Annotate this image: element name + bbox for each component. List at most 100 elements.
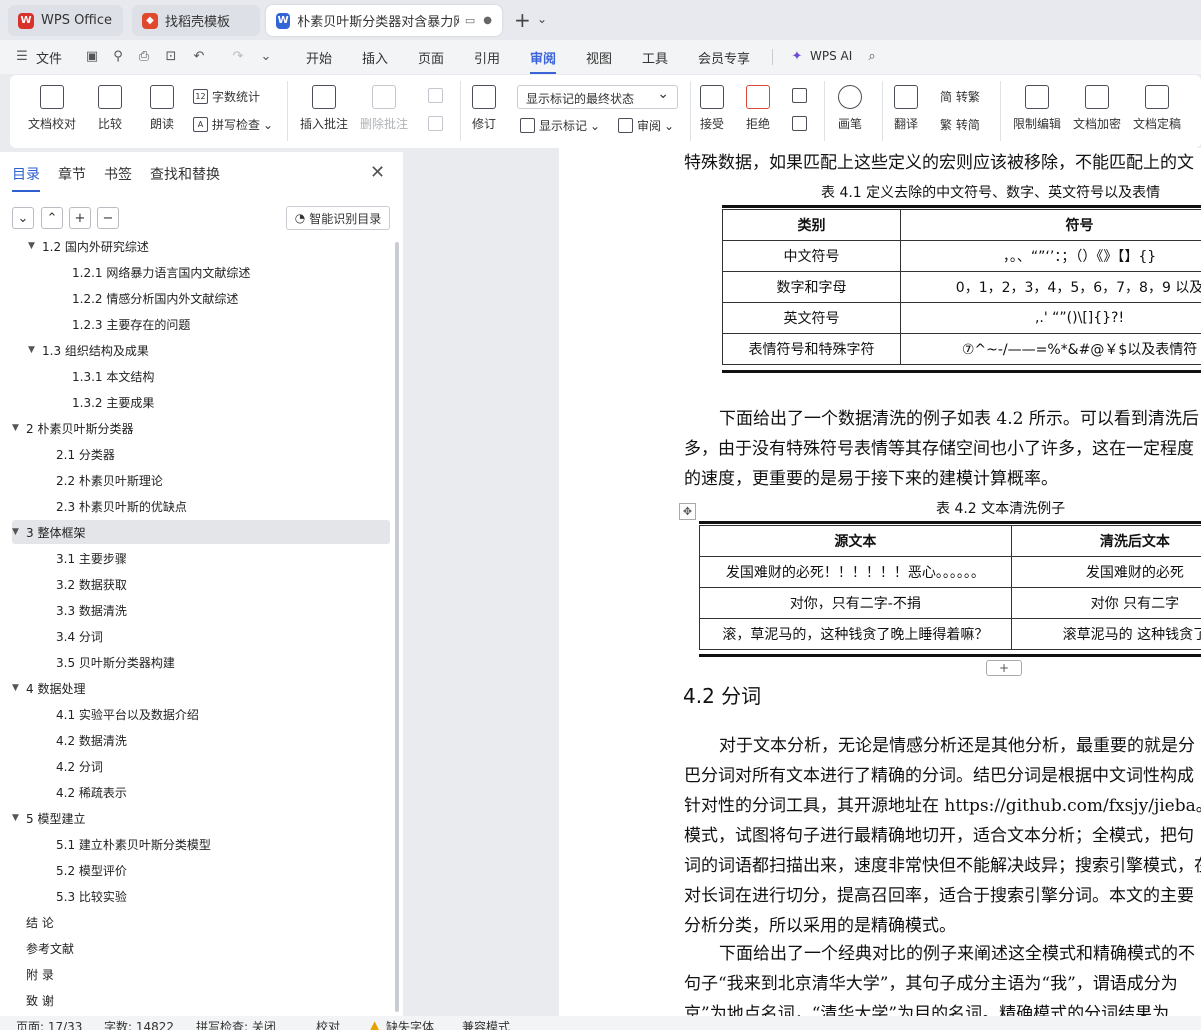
tab-dropdown-icon[interactable]: ⌄ (537, 12, 547, 26)
toc-item[interactable]: ▼2 朴素贝叶斯分类器 (12, 416, 390, 440)
undo-icon[interactable]: ↶ (191, 48, 207, 64)
menu-home[interactable]: 开始 (306, 48, 332, 67)
spell-check-button[interactable]: A拼写检查⌄ (193, 116, 273, 133)
toc-item[interactable]: 4.2 分词 (12, 754, 390, 778)
reject-button[interactable]: 拒绝 (746, 75, 770, 132)
toc-item[interactable]: ▼1.2 国内外研究综述 (12, 240, 390, 258)
toc-item[interactable]: 5.2 模型评价 (12, 858, 390, 882)
nav-scrollbar[interactable] (395, 242, 399, 1012)
toc-item[interactable]: 3.5 贝叶斯分类器构建 (12, 650, 390, 674)
toc-item[interactable]: 3.2 数据获取 (12, 572, 390, 596)
expand-caret-icon[interactable]: ▼ (12, 813, 24, 823)
collapse-down-icon[interactable]: ⌄ (12, 207, 34, 229)
expand-caret-icon[interactable]: ▼ (12, 527, 24, 537)
toc-item[interactable]: 3.3 数据清洗 (12, 598, 390, 622)
pen-button[interactable]: 画笔 (838, 75, 862, 132)
finalize-button[interactable]: 文档定稿 (1133, 75, 1181, 132)
missing-font-status[interactable]: 缺失字体 (386, 1018, 434, 1030)
next-comment-icon[interactable] (428, 116, 447, 131)
toc-item[interactable]: 3.4 分词 (12, 624, 390, 648)
to-traditional-button[interactable]: 简 转繁 (940, 88, 980, 105)
encrypt-button[interactable]: 文档加密 (1073, 75, 1121, 132)
toc-item[interactable]: 4.2 数据清洗 (12, 728, 390, 752)
expand-caret-icon[interactable]: ▼ (28, 345, 40, 355)
doc-check-button[interactable]: 文档校对 (28, 75, 76, 132)
close-icon[interactable]: ✕ (370, 162, 385, 183)
toc-item[interactable]: 5.1 建立朴素贝叶斯分类模型 (12, 832, 390, 856)
nav-tab-chapters[interactable]: 章节 (58, 164, 86, 184)
toc-item[interactable]: 4.1 实验平台以及数据介绍 (12, 702, 390, 726)
prev-comment-icon[interactable] (428, 88, 447, 103)
toc-item[interactable]: 结 论 (12, 910, 390, 934)
menu-page[interactable]: 页面 (418, 48, 444, 67)
toc-item[interactable]: ▼5 模型建立 (12, 806, 390, 830)
menu-wps-ai[interactable]: WPS AI (810, 49, 852, 63)
expand-caret-icon[interactable]: ▼ (12, 683, 24, 693)
save-icon[interactable]: ▣ (84, 48, 100, 64)
toc-item[interactable]: 致 谢 (12, 988, 390, 1012)
prev-change-icon[interactable] (792, 88, 811, 103)
add-row-icon[interactable]: + (986, 660, 1022, 676)
tab-wps-office[interactable]: W WPS Office (8, 5, 123, 36)
next-change-icon[interactable] (792, 116, 811, 131)
toc-item[interactable]: ▼4 数据处理 (12, 676, 390, 700)
toc-item[interactable]: 1.2.3 主要存在的问题 (12, 312, 390, 336)
nav-tab-toc[interactable]: 目录 (12, 164, 40, 184)
compat-mode-status[interactable]: 兼容模式 (462, 1018, 510, 1030)
nav-tab-bookmarks[interactable]: 书签 (104, 164, 132, 184)
revise-button[interactable]: 修订 (472, 75, 496, 132)
toc-item[interactable]: ▼1.3 组织结构及成果 (12, 338, 390, 362)
smart-toc-button[interactable]: ◔智能识别目录 (286, 206, 390, 230)
menu-references[interactable]: 引用 (474, 48, 500, 67)
toc-item[interactable]: 5.3 比较实验 (12, 884, 390, 908)
accept-button[interactable]: 接受 (700, 75, 724, 132)
unsaved-dot-icon[interactable]: ● (483, 15, 492, 26)
word-count-button[interactable]: 12字数统计 (193, 88, 260, 105)
expand-up-icon[interactable]: ⌃ (41, 207, 63, 229)
quick-access-dropdown-icon[interactable]: ⌄ (258, 48, 274, 64)
compare-button[interactable]: 比较 (98, 75, 122, 132)
toc-item[interactable]: 1.2.2 情感分析国内外文献综述 (12, 286, 390, 310)
menu-view[interactable]: 视图 (586, 48, 612, 67)
redo-icon[interactable]: ↷ (230, 48, 246, 64)
restrict-edit-button[interactable]: 限制编辑 (1013, 75, 1061, 132)
page-indicator[interactable]: 页面: 17/33 (16, 1018, 82, 1030)
toc-item[interactable]: 1.2.1 网络暴力语言国内文献综述 (12, 260, 390, 284)
menu-membership[interactable]: 会员专享 (698, 48, 750, 67)
toc-item[interactable]: 3.1 主要步骤 (12, 546, 390, 570)
menu-file[interactable]: 文件 (36, 48, 62, 67)
review-pane-button[interactable]: 审阅⌄ (618, 117, 674, 134)
toc-item[interactable]: 附 录 (12, 962, 390, 986)
print-icon[interactable]: ⎙ (136, 48, 152, 64)
hamburger-icon[interactable]: ☰ (14, 48, 30, 64)
add-heading-icon[interactable]: + (69, 207, 91, 229)
proof-status[interactable]: 校对 (316, 1018, 340, 1030)
remove-heading-icon[interactable]: − (97, 207, 119, 229)
menu-review[interactable]: 审阅 (530, 48, 556, 67)
insert-comment-button[interactable]: 插入批注 (300, 75, 348, 132)
mark-state-select[interactable]: 显示标记的最终状态 (517, 85, 678, 109)
menu-insert[interactable]: 插入 (362, 48, 388, 67)
spell-check-status[interactable]: 拼写检查: 关闭 (196, 1018, 276, 1030)
delete-comment-button[interactable]: 删除批注 (360, 75, 408, 132)
print-preview-icon[interactable]: ⊡ (163, 48, 179, 64)
translate-button[interactable]: 翻译 (894, 75, 918, 132)
toc-item[interactable]: 2.3 朴素贝叶斯的优缺点 (12, 494, 390, 518)
search-icon[interactable]: ⌕ (864, 48, 880, 64)
new-tab-icon[interactable]: + (514, 8, 531, 32)
tab-templates[interactable]: ◆ 找稻壳模板 (132, 5, 260, 36)
expand-caret-icon[interactable]: ▼ (28, 241, 40, 251)
show-marks-button[interactable]: 显示标记⌄ (520, 117, 600, 134)
toc-item[interactable]: 4.2 稀疏表示 (12, 780, 390, 804)
table-move-handle-icon[interactable]: ✥ (679, 503, 696, 520)
toc-item[interactable]: 参考文献 (12, 936, 390, 960)
to-simplified-button[interactable]: 繁 转简 (940, 116, 980, 133)
word-count-status[interactable]: 字数: 14822 (104, 1018, 174, 1030)
monitor-icon[interactable]: ▭ (465, 14, 475, 27)
nav-tab-find-replace[interactable]: 查找和替换 (150, 164, 220, 184)
menu-tools[interactable]: 工具 (642, 48, 668, 67)
read-aloud-button[interactable]: 朗读 (150, 75, 174, 132)
toc-item[interactable]: ▼3 整体框架 (12, 520, 390, 544)
toc-item[interactable]: 2.2 朴素贝叶斯理论 (12, 468, 390, 492)
tab-document[interactable]: W 朴素贝叶斯分类器对含暴力网络 ▭ ● (266, 5, 502, 36)
